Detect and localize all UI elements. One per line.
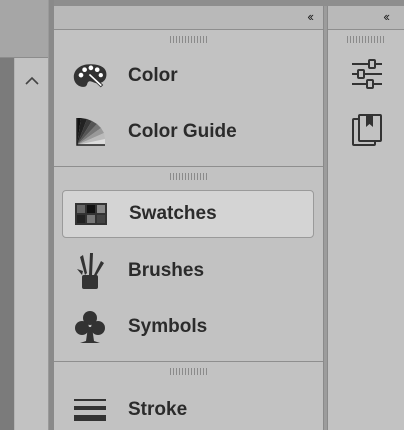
brushes-icon (72, 253, 108, 289)
panel-column-header[interactable]: ‹‹ (54, 6, 324, 30)
panel-label: Swatches (129, 203, 217, 224)
panel-label: Brushes (128, 260, 205, 281)
panel-group-color: Color Color Guide (54, 30, 323, 167)
icon-column (328, 30, 404, 430)
canvas-edge (0, 58, 14, 430)
stroke-lines-icon (72, 392, 108, 428)
panel-label: Stroke (128, 399, 188, 420)
scroll-up-button[interactable] (21, 70, 43, 92)
swatches-grid-icon (73, 196, 109, 232)
group-grip[interactable] (169, 368, 208, 375)
sliders-icon (350, 58, 384, 95)
group-grip[interactable] (169, 173, 208, 180)
panel-item-color-guide[interactable]: Color Guide (62, 108, 314, 156)
panel-item-stroke[interactable]: Stroke (62, 386, 314, 430)
document-tab-area (0, 0, 48, 58)
libraries-button[interactable] (349, 113, 385, 152)
panel-item-symbols[interactable]: Symbols (62, 303, 314, 351)
panel-label: Symbols (128, 316, 208, 337)
collapse-panels-button[interactable]: ‹‹ (307, 9, 314, 24)
properties-button[interactable] (349, 58, 385, 94)
book-copy-icon (350, 113, 384, 152)
palette-icon (72, 58, 108, 94)
panel-label: Color (128, 65, 178, 86)
panel-item-color[interactable]: Color (62, 52, 314, 100)
club-icon (72, 309, 108, 345)
group-grip[interactable] (169, 36, 208, 43)
panel-item-brushes[interactable]: Brushes (62, 247, 314, 295)
color-guide-icon (72, 114, 108, 150)
panel-group-swatches: Swatches Brushes Symbols (54, 167, 323, 362)
icon-column-header[interactable]: ‹‹ (327, 6, 404, 30)
vertical-scrollbar[interactable] (14, 58, 48, 430)
panel-label: Color Guide (128, 121, 237, 142)
chevron-up-icon (25, 76, 39, 85)
panel-item-swatches[interactable]: Swatches (62, 190, 314, 238)
group-grip[interactable] (347, 36, 385, 43)
panel-group-stroke: Stroke (54, 362, 323, 430)
collapse-icon-column-button[interactable]: ‹‹ (383, 9, 390, 24)
